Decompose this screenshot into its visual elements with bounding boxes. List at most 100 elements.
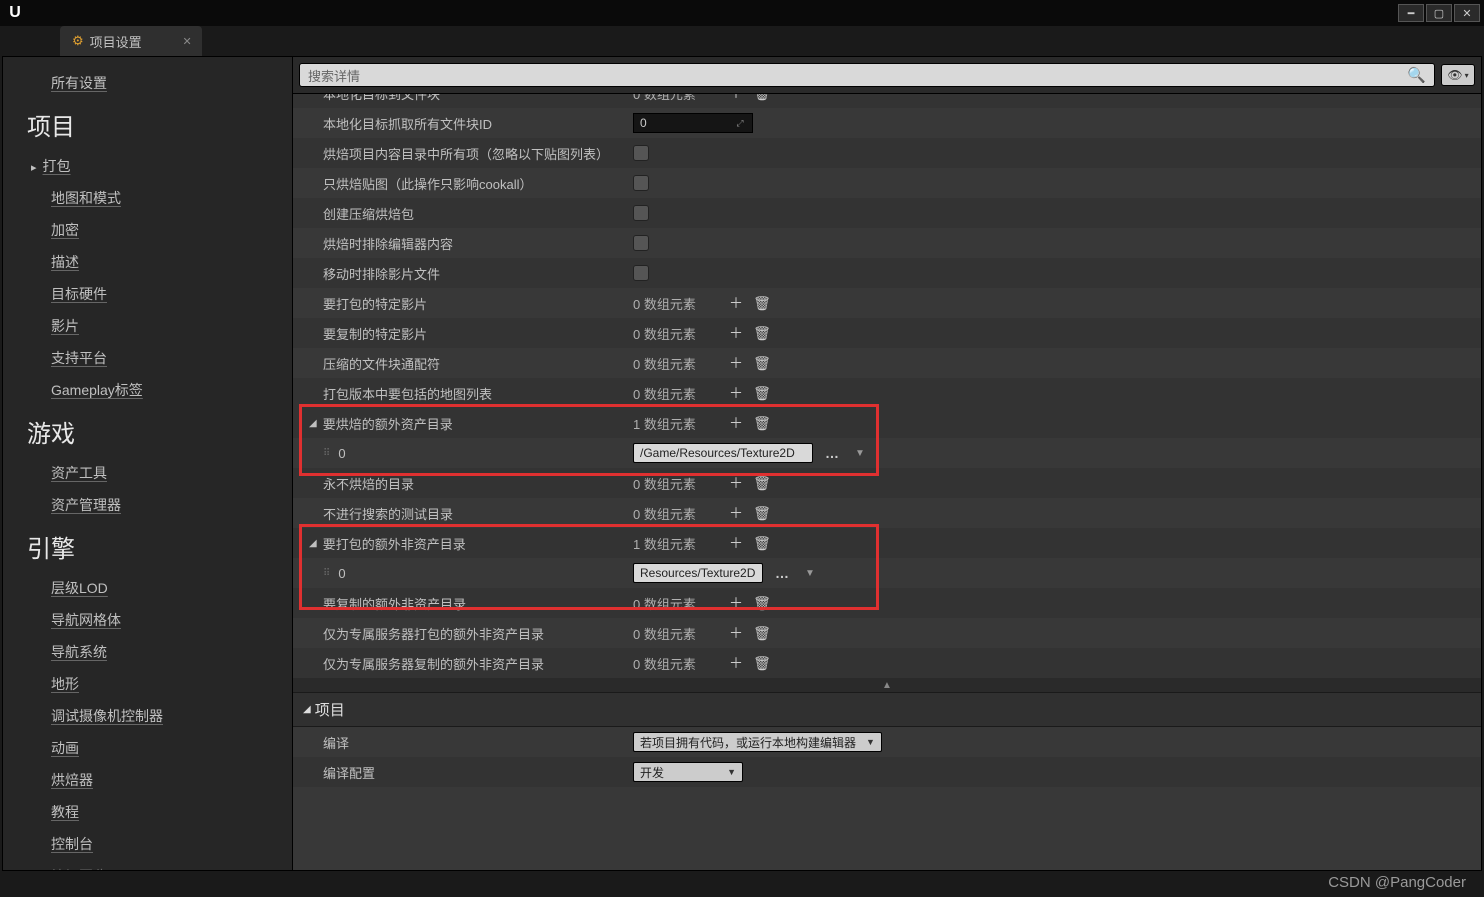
sidebar-item-packaging[interactable]: 打包 [3, 150, 292, 182]
path-input[interactable]: /Game/Resources/Texture2D [633, 443, 813, 463]
sidebar-item-asset-manager[interactable]: 资产管理器 [3, 489, 292, 521]
trash-icon[interactable]: 🗑 [753, 594, 771, 612]
chevron-down-icon[interactable]: ◢ [309, 418, 317, 429]
sidebar-item-debug-camera[interactable]: 调试摄像机控制器 [3, 700, 292, 732]
grip-icon[interactable]: ⠿ [323, 448, 328, 459]
checkbox[interactable] [633, 205, 649, 221]
sidebar-item-navmesh[interactable]: 导航网格体 [3, 604, 292, 636]
prop-label: 烘焙时排除编辑器内容 [293, 234, 633, 253]
dropdown-build-config[interactable]: 开发▼ [633, 762, 743, 782]
checkbox[interactable] [633, 145, 649, 161]
category-header-project[interactable]: ◢ 项目 [293, 692, 1481, 727]
trash-icon[interactable]: 🗑 [753, 534, 771, 552]
trash-icon[interactable]: 🗑 [753, 324, 771, 342]
sidebar-section-engine: 引擎 [3, 521, 292, 572]
browse-button[interactable]: … [771, 565, 793, 581]
dropdown-caret-icon[interactable]: ▼ [851, 448, 869, 459]
sidebar-item-gameplay-tags[interactable]: Gameplay标签 [3, 374, 292, 406]
sidebar-item-asset-tools[interactable]: 资产工具 [3, 457, 292, 489]
browse-button[interactable]: … [821, 445, 843, 461]
add-icon[interactable]: ＋ [727, 93, 745, 102]
checkbox[interactable] [633, 235, 649, 251]
array-count: 1 数组元素 [633, 414, 719, 433]
prop-row: 要打包的特定影片 0 数组元素＋🗑 [293, 288, 1481, 318]
checkbox[interactable] [633, 265, 649, 281]
prop-row: 烘焙项目内容目录中所有项（忽略以下贴图列表） [293, 138, 1481, 168]
sidebar-all-settings[interactable]: 所有设置 [3, 67, 292, 99]
window-controls: ━ ▢ ✕ [1398, 4, 1480, 22]
search-input[interactable]: 搜索详情 🔍 [299, 63, 1435, 87]
path-input[interactable]: Resources/Texture2D [633, 563, 763, 583]
add-icon[interactable]: ＋ [727, 324, 745, 342]
prop-label: 不进行搜索的测试目录 [293, 504, 633, 523]
tab-project-settings[interactable]: ⚙ 项目设置 ✕ [60, 26, 202, 56]
chevron-down-icon[interactable]: ◢ [309, 538, 317, 549]
trash-icon[interactable]: 🗑 [753, 624, 771, 642]
content-panel: 搜索详情 🔍 👁▾ 本地化目标到文件块 0 数组元素 ＋ 🗑 本地化目标抓取所有… [293, 57, 1481, 870]
prop-row: 要复制的额外非资产目录 0 数组元素 ＋ 🗑 [293, 588, 1481, 618]
add-icon[interactable]: ＋ [727, 534, 745, 552]
trash-icon[interactable]: 🗑 [753, 93, 771, 102]
sidebar-item-supported-platforms[interactable]: 支持平台 [3, 342, 292, 374]
sidebar-item-cooker[interactable]: 烘焙器 [3, 764, 292, 796]
trash-icon[interactable]: 🗑 [753, 504, 771, 522]
prop-label: 移动时排除影片文件 [293, 264, 633, 283]
minimize-button[interactable]: ━ [1398, 4, 1424, 22]
collapse-handle[interactable]: ▲ [293, 678, 1481, 692]
maximize-button[interactable]: ▢ [1426, 4, 1452, 22]
trash-icon[interactable]: 🗑 [753, 414, 771, 432]
checkbox[interactable] [633, 175, 649, 191]
trash-icon[interactable]: 🗑 [753, 474, 771, 492]
add-icon[interactable]: ＋ [727, 504, 745, 522]
array-index-label: ⠿0 [293, 446, 633, 461]
add-icon[interactable]: ＋ [727, 654, 745, 672]
sidebar-item-encryption[interactable]: 加密 [3, 214, 292, 246]
highlight-group-1: ◢要烘焙的额外资产目录 1 数组元素＋🗑 ⠿0 /Game/Resources/… [293, 408, 1481, 468]
close-icon[interactable]: ✕ [182, 35, 191, 48]
add-icon[interactable]: ＋ [727, 384, 745, 402]
prop-label: 只烘焙贴图（此操作只影响cookall） [293, 174, 633, 193]
dropdown-compile[interactable]: 若项目拥有代码，或运行本地构建编辑器▼ [633, 732, 882, 752]
prop-row: 打包版本中要包括的地图列表 0 数组元素＋🗑 [293, 378, 1481, 408]
sidebar-item-description[interactable]: 描述 [3, 246, 292, 278]
add-icon[interactable]: ＋ [727, 624, 745, 642]
prop-row: 本地化目标抓取所有文件块ID 0 ⤢ [293, 108, 1481, 138]
highlight-group-2: ◢要打包的额外非资产目录 1 数组元素＋🗑 ⠿0 Resources/Textu… [293, 528, 1481, 618]
trash-icon[interactable]: 🗑 [753, 384, 771, 402]
sidebar-item-hlod[interactable]: 层级LOD [3, 572, 292, 604]
sidebar-item-target-hardware[interactable]: 目标硬件 [3, 278, 292, 310]
sidebar-item-movies[interactable]: 影片 [3, 310, 292, 342]
array-count: 0 数组元素 [633, 654, 719, 673]
add-icon[interactable]: ＋ [727, 474, 745, 492]
dropdown-caret-icon[interactable]: ▼ [801, 568, 819, 579]
add-icon[interactable]: ＋ [727, 354, 745, 372]
sidebar-item-gc[interactable]: 垃圾回收 [3, 860, 292, 870]
trash-icon[interactable]: 🗑 [753, 654, 771, 672]
add-icon[interactable]: ＋ [727, 594, 745, 612]
watermark: CSDN @PangCoder [1328, 874, 1466, 891]
search-row: 搜索详情 🔍 👁▾ [293, 57, 1481, 93]
array-count: 0 数组元素 [633, 594, 719, 613]
sidebar-item-maps-modes[interactable]: 地图和模式 [3, 182, 292, 214]
prop-row: 永不烘焙的目录 0 数组元素＋🗑 [293, 468, 1481, 498]
visibility-toggle[interactable]: 👁▾ [1441, 64, 1475, 86]
sidebar-section-game: 游戏 [3, 406, 292, 457]
array-count: 1 数组元素 [633, 534, 719, 553]
number-input[interactable]: 0 ⤢ [633, 113, 753, 133]
array-element-row: ⠿0 /Game/Resources/Texture2D … ▼ [293, 438, 1481, 468]
chevron-down-icon: ◢ [303, 704, 311, 715]
trash-icon[interactable]: 🗑 [753, 294, 771, 312]
title-bar: U ━ ▢ ✕ [0, 0, 1484, 26]
add-icon[interactable]: ＋ [727, 294, 745, 312]
close-button[interactable]: ✕ [1454, 4, 1480, 22]
sidebar-item-console[interactable]: 控制台 [3, 828, 292, 860]
sidebar-item-navigation[interactable]: 导航系统 [3, 636, 292, 668]
add-icon[interactable]: ＋ [727, 414, 745, 432]
sidebar-item-tutorials[interactable]: 教程 [3, 796, 292, 828]
sidebar-item-landscape[interactable]: 地形 [3, 668, 292, 700]
prop-label: 要复制的额外非资产目录 [293, 594, 633, 613]
grip-icon[interactable]: ⠿ [323, 568, 328, 579]
details-scroll[interactable]: 本地化目标到文件块 0 数组元素 ＋ 🗑 本地化目标抓取所有文件块ID 0 ⤢ … [293, 93, 1481, 870]
sidebar-item-animation[interactable]: 动画 [3, 732, 292, 764]
trash-icon[interactable]: 🗑 [753, 354, 771, 372]
